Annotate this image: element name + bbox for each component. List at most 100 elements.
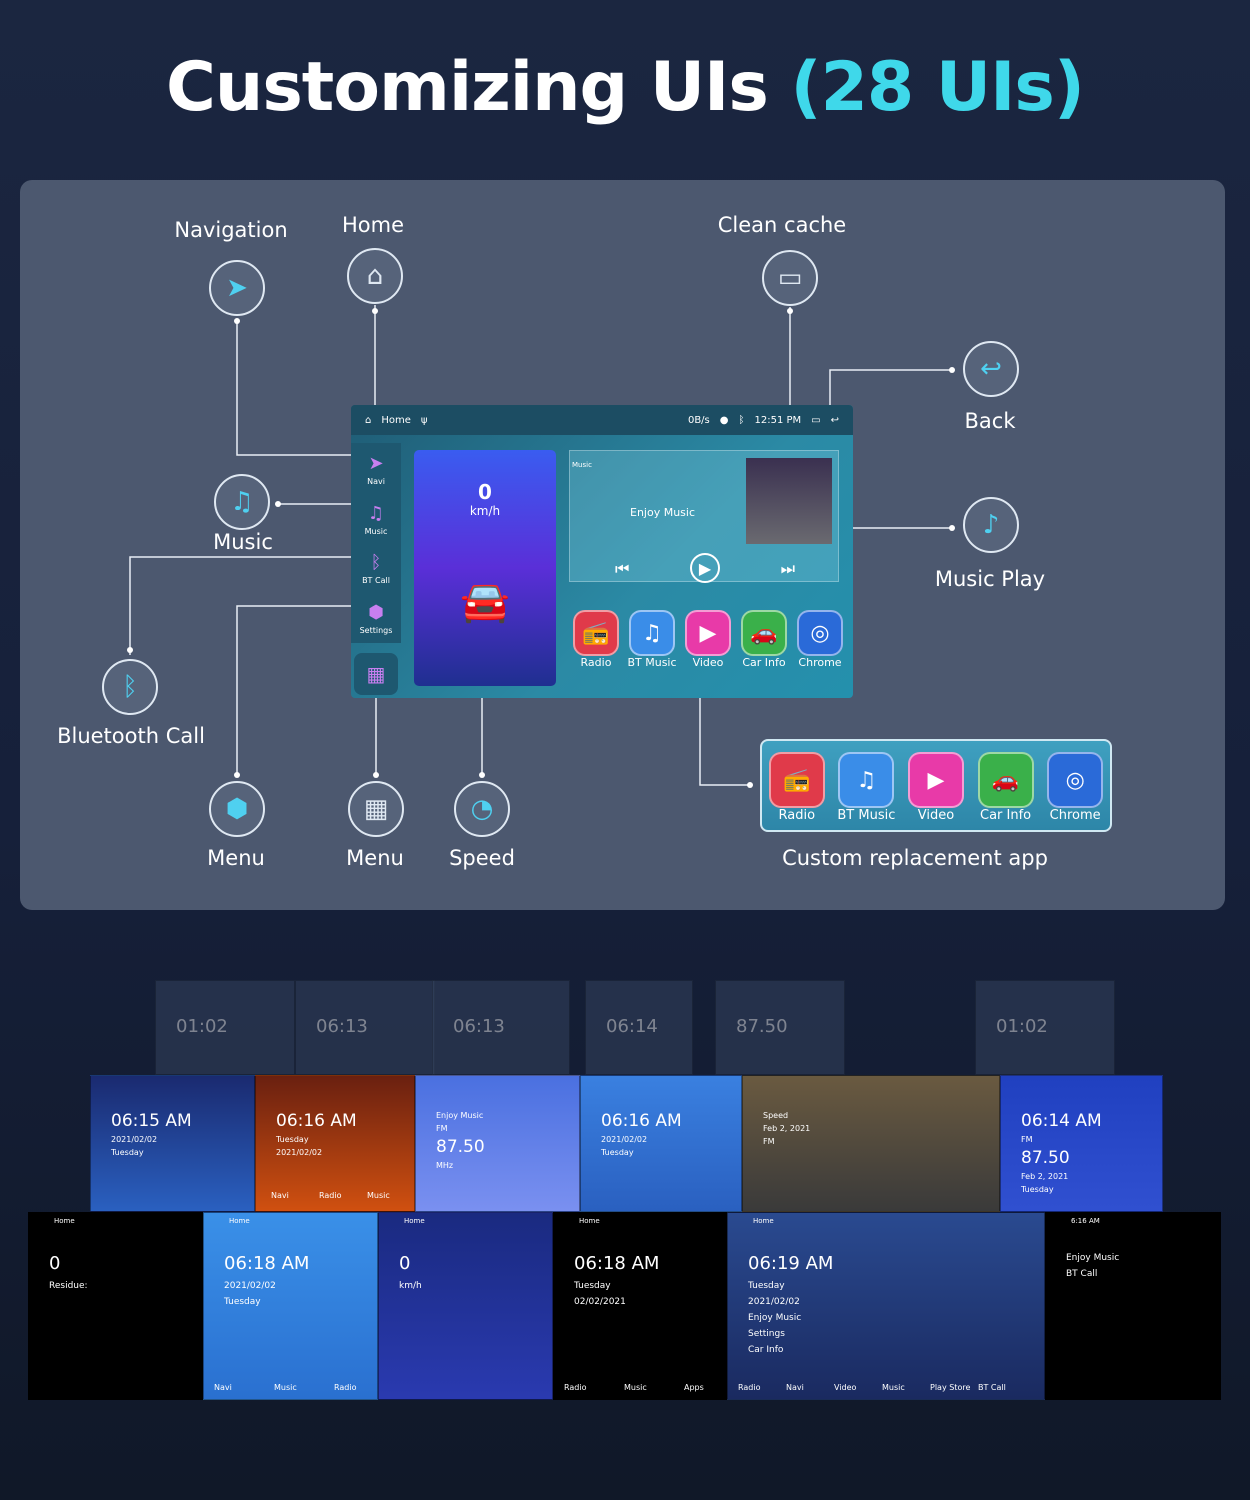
tile-text: 06:19 AM [748, 1253, 834, 1274]
tile-text: Play Store [930, 1383, 971, 1392]
app-car-info[interactable]: 🚗 Car Info [737, 610, 791, 669]
app-chrome[interactable]: ◎ Chrome [1042, 752, 1108, 823]
tile-text: Home [229, 1217, 250, 1225]
next-icon[interactable]: ⏭ [781, 559, 795, 583]
tile-text: FM [436, 1124, 448, 1133]
previous-icon[interactable]: ⏮ [615, 559, 629, 583]
radio-icon: 📻 [768, 752, 825, 808]
custom-app-label: Custom replacement app [782, 846, 1048, 870]
menu-grid-icon: ▦ [348, 781, 404, 837]
tile-text: 06:16 AM [276, 1111, 357, 1131]
navigation-icon: ➤ [209, 260, 265, 316]
car-icon: 🚗 [977, 752, 1034, 808]
tile-text: MHz [436, 1161, 454, 1170]
net-speed: 0B/s [687, 414, 710, 426]
tile-text: 06:18 AM [224, 1253, 310, 1274]
back-label: Back [964, 409, 1016, 433]
tile-text: Navi [271, 1191, 289, 1200]
tile-text: 0 [49, 1253, 61, 1274]
tile-text: Home [54, 1217, 75, 1225]
app-bt-music[interactable]: ♫ BT Music [625, 610, 679, 669]
tile-text: Residue: [49, 1281, 88, 1291]
home-icon[interactable]: ⌂ [365, 415, 371, 426]
back-icon[interactable]: ↩ [831, 415, 839, 426]
sidebar-item-settings[interactable]: ⬢ Settings [360, 594, 393, 644]
tile-text: BT Call [978, 1383, 1006, 1392]
tile-text: 2021/02/02 [224, 1281, 276, 1291]
tile-text: BT Call [1066, 1269, 1098, 1279]
music-icon: ♫ [214, 474, 270, 530]
clock: 12:51 PM [754, 414, 802, 426]
sidebar-item-music[interactable]: ♫ Music [365, 495, 388, 545]
sidebar-item-navi[interactable]: ➤ Navi [367, 445, 385, 495]
settings-icon: ⬢ [368, 601, 384, 623]
tile-text: 6:16 AM [1071, 1217, 1100, 1225]
ui-thumbnail: 87.50 [715, 980, 845, 1075]
home-label: Home [341, 213, 405, 237]
sidebar: ➤ Navi ♫ Music ᛒ BT Call ⬢ Settings [351, 443, 401, 643]
tile-text: 2021/02/02 [748, 1297, 800, 1307]
home-label: Home [381, 414, 411, 426]
ui-thumbnail: 06:13 [295, 980, 435, 1075]
tile-text: 2021/02/02 [111, 1135, 158, 1144]
navigation-label: Navigation [174, 218, 288, 242]
tile-text: Navi [786, 1383, 804, 1392]
tile-text: Tuesday [1021, 1185, 1054, 1194]
music-widget[interactable]: Music Enjoy Music ⏮ ▶ ⏭ [569, 450, 839, 583]
ui-thumbnail: 06:13 [432, 980, 570, 1075]
chrome-icon: ◎ [1047, 752, 1104, 808]
app-chrome[interactable]: ◎ Chrome [793, 610, 847, 669]
tile-text: 02/02/2021 [574, 1297, 626, 1307]
home-icon: ⌂ [347, 248, 403, 304]
ui-thumbnail: Home 0 km/h [378, 1212, 553, 1400]
tile-text: Home [579, 1217, 600, 1225]
clean-cache-icon[interactable]: ▭ [811, 415, 820, 426]
tile-text: FM [763, 1137, 775, 1146]
tile-text: 06:13 [453, 1016, 505, 1037]
tile-text: Radio [738, 1383, 761, 1392]
tile-text: Music [274, 1383, 297, 1392]
tile-text: 06:15 AM [111, 1111, 192, 1131]
tile-text: Radio [564, 1383, 587, 1392]
app-row: 📻 Radio ♫ BT Music ▶ Video 🚗 Car Info ◎ Chrom… [569, 610, 847, 669]
tile-text: Tuesday [224, 1297, 261, 1307]
app-menu-button[interactable]: ▦ [354, 653, 398, 695]
bluetooth-icon: ᛒ [738, 414, 745, 426]
tile-text: 06:14 [606, 1016, 658, 1037]
tile-text: Music [367, 1191, 390, 1200]
tile-text: 2021/02/02 [601, 1135, 648, 1144]
bluetooth-icon: ᛒ [370, 552, 382, 574]
tile-text: Navi [214, 1383, 232, 1392]
tile-text: 06:14 AM [1021, 1111, 1102, 1131]
app-radio[interactable]: 📻 Radio [569, 610, 623, 669]
ui-thumbnail: Home 06:18 AM 2021/02/02 Tuesday Navi Music Ra… [203, 1212, 378, 1400]
ui-thumbnail: Enjoy Music FM 87.50 MHz [415, 1075, 580, 1212]
app-bt-music[interactable]: ♫ BT Music [833, 752, 899, 823]
app-radio[interactable]: 📻 Radio [764, 752, 830, 823]
play-icon[interactable]: ▶ [690, 553, 720, 583]
speed-widget[interactable]: 0 km/h 🚘 [414, 450, 556, 686]
tile-text: Tuesday [276, 1135, 309, 1144]
music-play-icon: ♪ [963, 497, 1019, 553]
tile-text: Music [882, 1383, 905, 1392]
app-car-info[interactable]: 🚗 Car Info [973, 752, 1039, 823]
tile-text: 87.50 [736, 1016, 788, 1037]
ui-thumbnail: 01:02 [975, 980, 1115, 1075]
status-bar: ⌂ Home ψ 0B/s ● ᛒ 12:51 PM ▭ ↩ [351, 405, 853, 435]
tile-text: Radio [334, 1383, 357, 1392]
sidebar-item-bt-call[interactable]: ᛒ BT Call [362, 544, 390, 594]
radio-icon: 📻 [573, 610, 619, 656]
tile-text: Feb 2, 2021 [763, 1124, 811, 1133]
tile-text: Tuesday [574, 1281, 611, 1291]
ui-thumbnail: Home 0 Residue: [28, 1212, 203, 1400]
app-video[interactable]: ▶ Video [903, 752, 969, 823]
ui-thumbnail: Home 06:19 AM Tuesday 2021/02/02 Enjoy Music… [727, 1212, 1045, 1400]
head-unit-screen: ⌂ Home ψ 0B/s ● ᛒ 12:51 PM ▭ ↩ ➤ Navi ♫ Music ᛒ BT… [351, 405, 853, 698]
app-video[interactable]: ▶ Video [681, 610, 735, 669]
tile-text: Car Info [748, 1345, 784, 1355]
tile-text: Tuesday [601, 1148, 634, 1157]
usb-icon: ψ [420, 414, 428, 426]
video-icon: ▶ [685, 610, 731, 656]
tile-text: Feb 2, 2021 [1021, 1172, 1069, 1181]
ui-thumbnail: 06:14 AM FM 87.50 Feb 2, 2021 Tuesday [1000, 1075, 1163, 1212]
